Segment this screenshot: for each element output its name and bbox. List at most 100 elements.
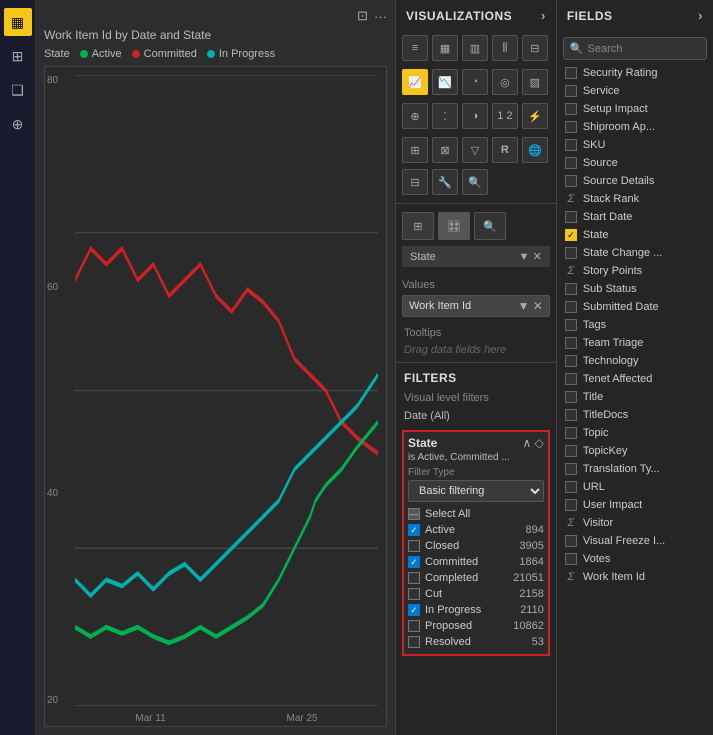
- field-checkbox[interactable]: [565, 319, 577, 331]
- field-item[interactable]: Σ Visitor: [557, 514, 713, 532]
- field-item[interactable]: Start Date: [557, 208, 713, 226]
- field-checkbox[interactable]: [565, 373, 577, 385]
- field-item[interactable]: Σ Work Item Id: [557, 568, 713, 586]
- viz-analytics-icon[interactable]: 🔍: [474, 212, 506, 240]
- field-item[interactable]: User Impact: [557, 496, 713, 514]
- field-checkbox[interactable]: [565, 337, 577, 349]
- field-item[interactable]: Topic: [557, 424, 713, 442]
- viz-btn-stacked-bar[interactable]: ▥: [462, 35, 488, 61]
- field-item[interactable]: Tenet Affected: [557, 370, 713, 388]
- field-checkbox[interactable]: [565, 67, 577, 79]
- fields-search-box[interactable]: 🔍: [563, 37, 707, 60]
- field-item[interactable]: Submitted Date: [557, 298, 713, 316]
- field-item[interactable]: URL: [557, 478, 713, 496]
- field-item[interactable]: TitleDocs: [557, 406, 713, 424]
- filter-checkbox[interactable]: [408, 572, 420, 584]
- filter-checkbox[interactable]: [408, 588, 420, 600]
- filter-checkbox[interactable]: ✓: [408, 604, 420, 616]
- field-checkbox[interactable]: [565, 85, 577, 97]
- field-item[interactable]: Translation Ty...: [557, 460, 713, 478]
- field-checkbox[interactable]: Σ: [565, 517, 577, 529]
- filter-option-row[interactable]: Closed 3905: [408, 538, 544, 554]
- field-item[interactable]: Team Triage: [557, 334, 713, 352]
- field-item[interactable]: Title: [557, 388, 713, 406]
- viz-fields-icon[interactable]: ⊞: [402, 212, 434, 240]
- viz-format-icon[interactable]: 🎛: [438, 212, 470, 240]
- field-checkbox[interactable]: Σ: [565, 193, 577, 205]
- work-item-field-close[interactable]: ▼ ✕: [518, 299, 543, 313]
- viz-btn-bar[interactable]: ▦: [432, 35, 458, 61]
- viz-btn-r[interactable]: R: [492, 137, 518, 163]
- viz-panel-arrow[interactable]: ›: [541, 8, 546, 23]
- field-checkbox[interactable]: [565, 157, 577, 169]
- viz-btn-map[interactable]: ⊕: [402, 103, 428, 129]
- field-checkbox[interactable]: [565, 445, 577, 457]
- field-item[interactable]: Service: [557, 82, 713, 100]
- fields-panel-arrow[interactable]: ›: [698, 8, 703, 23]
- filter-option-row[interactable]: — Select All: [408, 506, 544, 522]
- field-checkbox[interactable]: [565, 499, 577, 511]
- filter-checkbox[interactable]: ✓: [408, 556, 420, 568]
- viz-btn-donut[interactable]: ◎: [492, 69, 518, 95]
- sidebar-icon-hierarchy[interactable]: ⊕: [4, 110, 32, 138]
- field-item[interactable]: SKU: [557, 136, 713, 154]
- field-checkbox[interactable]: [565, 301, 577, 313]
- axis-field-dropdown[interactable]: ▼ ✕: [519, 250, 542, 263]
- field-item[interactable]: Σ Stack Rank: [557, 190, 713, 208]
- field-item[interactable]: Votes: [557, 550, 713, 568]
- viz-btn-line[interactable]: 📈: [402, 69, 428, 95]
- field-item[interactable]: Visual Freeze I...: [557, 532, 713, 550]
- filter-option-row[interactable]: Resolved 53: [408, 634, 544, 650]
- viz-btn-clustered-bar[interactable]: ⫼: [492, 35, 518, 61]
- field-checkbox[interactable]: [565, 103, 577, 115]
- field-item[interactable]: Source Details: [557, 172, 713, 190]
- viz-btn-kpi[interactable]: ⚡: [522, 103, 548, 129]
- field-item[interactable]: Setup Impact: [557, 100, 713, 118]
- field-checkbox[interactable]: [565, 409, 577, 421]
- field-checkbox[interactable]: [565, 481, 577, 493]
- field-checkbox[interactable]: [565, 175, 577, 187]
- field-checkbox[interactable]: [565, 283, 577, 295]
- filter-checkbox[interactable]: [408, 620, 420, 632]
- chart-expand-icon[interactable]: ⊡: [357, 8, 368, 24]
- filter-option-row[interactable]: Proposed 10862: [408, 618, 544, 634]
- field-checkbox[interactable]: [565, 139, 577, 151]
- state-filter-collapse[interactable]: ∧ ◇: [522, 436, 543, 450]
- filter-checkbox[interactable]: [408, 636, 420, 648]
- field-checkbox[interactable]: [565, 553, 577, 565]
- field-checkbox[interactable]: ✓: [565, 229, 577, 241]
- viz-btn-area[interactable]: 📉: [432, 69, 458, 95]
- field-checkbox[interactable]: [565, 211, 577, 223]
- field-item[interactable]: Security Rating: [557, 64, 713, 82]
- viz-btn-custom3[interactable]: 🔍: [462, 169, 488, 195]
- filter-option-row[interactable]: ✓ In Progress 2110: [408, 602, 544, 618]
- work-item-field-pill[interactable]: Work Item Id ▼ ✕: [402, 295, 550, 317]
- date-filter[interactable]: Date (All): [396, 408, 556, 426]
- viz-btn-table[interactable]: ≡: [402, 35, 428, 61]
- viz-btn-funnel[interactable]: ▽: [462, 137, 488, 163]
- chart-menu-icon[interactable]: ···: [374, 9, 387, 24]
- field-checkbox[interactable]: [565, 355, 577, 367]
- viz-btn-scatter[interactable]: ⁚: [432, 103, 458, 129]
- field-checkbox[interactable]: [565, 391, 577, 403]
- field-checkbox[interactable]: [565, 535, 577, 547]
- filter-option-row[interactable]: Cut 2158: [408, 586, 544, 602]
- field-item[interactable]: Σ Story Points: [557, 262, 713, 280]
- field-item[interactable]: Shiproom Ap...: [557, 118, 713, 136]
- filter-option-row[interactable]: ✓ Committed 1864: [408, 554, 544, 570]
- filter-option-row[interactable]: ✓ Active 894: [408, 522, 544, 538]
- field-item[interactable]: Tags: [557, 316, 713, 334]
- field-item[interactable]: State Change ...: [557, 244, 713, 262]
- viz-btn-pie[interactable]: ◔: [462, 69, 488, 95]
- field-checkbox[interactable]: Σ: [565, 571, 577, 583]
- field-item[interactable]: Technology: [557, 352, 713, 370]
- viz-btn-treemap[interactable]: ▨: [522, 69, 548, 95]
- viz-btn-slicer[interactable]: ⊞: [402, 137, 428, 163]
- sidebar-icon-layers[interactable]: ❑: [4, 76, 32, 104]
- viz-btn-matrix[interactable]: ⊠: [432, 137, 458, 163]
- field-checkbox[interactable]: [565, 247, 577, 259]
- viz-btn-custom2[interactable]: 🔧: [432, 169, 458, 195]
- field-checkbox[interactable]: Σ: [565, 265, 577, 277]
- viz-btn-custom1[interactable]: ⊟: [402, 169, 428, 195]
- filter-checkbox[interactable]: —: [408, 508, 420, 520]
